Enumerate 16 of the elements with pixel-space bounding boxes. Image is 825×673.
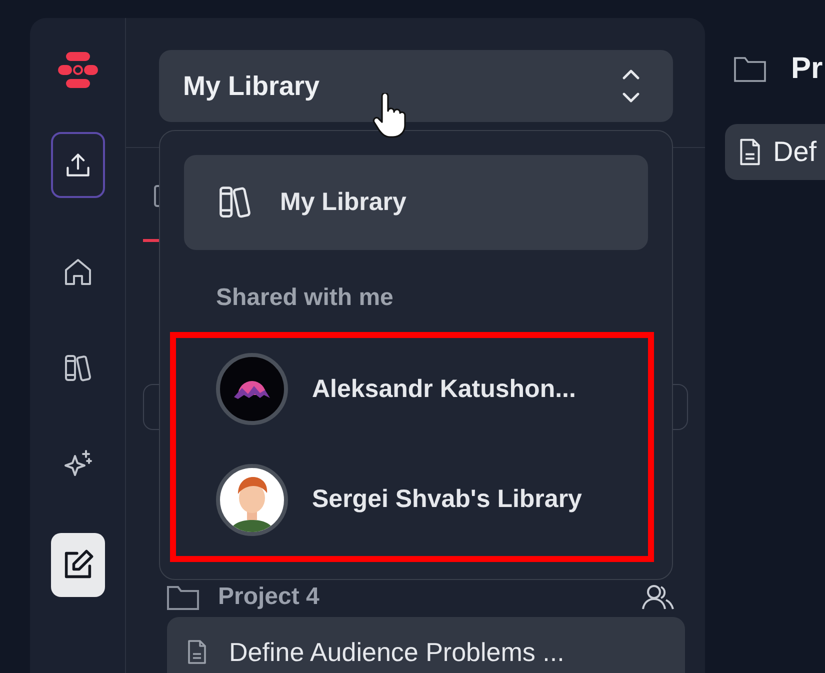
folder-title: Pr xyxy=(791,52,823,86)
hand-cursor-icon xyxy=(372,93,406,139)
logo-icon xyxy=(58,52,98,88)
menu-item[interactable]: Sergei Shvab's Library xyxy=(184,444,648,556)
folder-icon xyxy=(166,583,200,611)
edit-button[interactable] xyxy=(50,533,104,597)
menu-item[interactable]: Aleksandr Katushon... xyxy=(184,334,648,444)
upload-button[interactable] xyxy=(50,132,104,198)
project-name: Project 4 xyxy=(218,583,320,611)
section-label: Shared with me xyxy=(216,284,394,312)
library-select[interactable]: My Library xyxy=(159,50,673,122)
menu-item[interactable]: My Library xyxy=(184,155,648,250)
chevron-updown-icon xyxy=(621,68,641,104)
document-item[interactable]: Define Audience Problems ... xyxy=(167,617,685,673)
folder-icon xyxy=(733,55,767,83)
document-chip[interactable]: Def xyxy=(725,124,825,180)
